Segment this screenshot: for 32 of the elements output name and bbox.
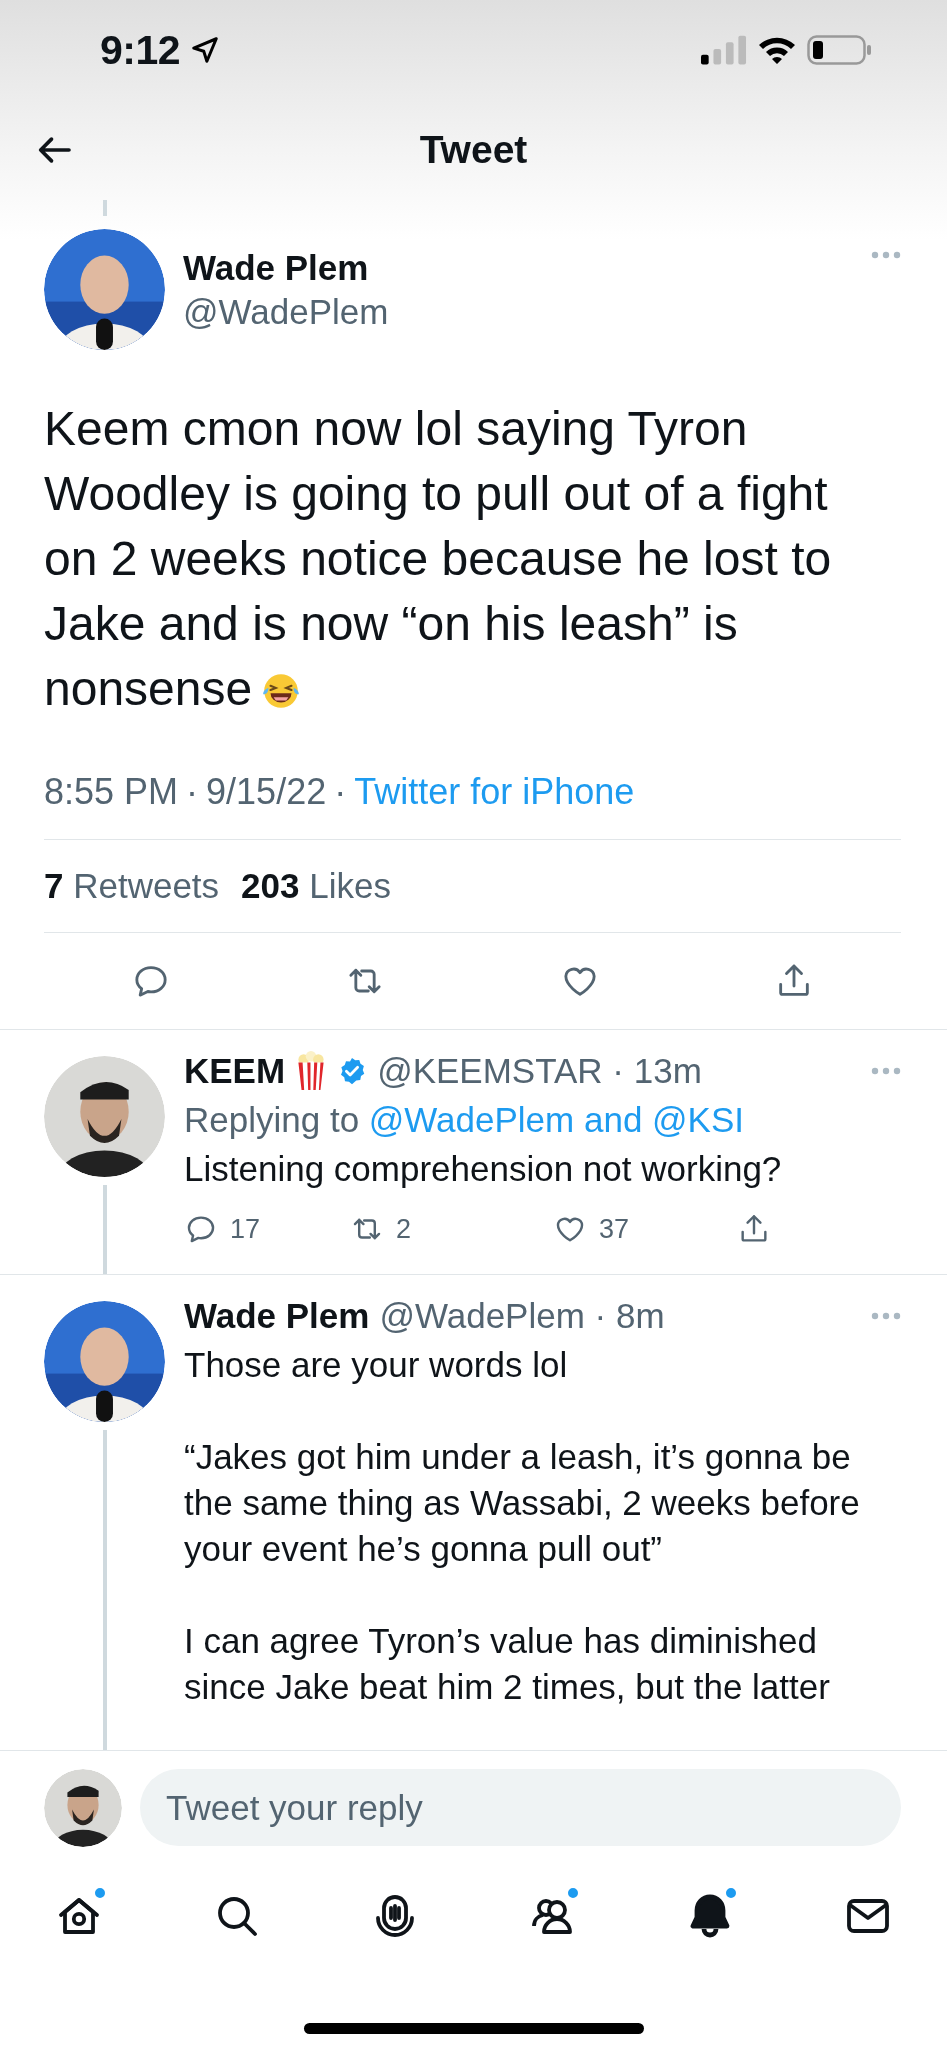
avatar[interactable] <box>44 1769 122 1847</box>
avatar[interactable] <box>44 229 165 350</box>
page-title: Tweet <box>418 128 529 172</box>
author-handle[interactable]: @WadePlem · 8m <box>379 1296 861 1336</box>
author-name[interactable]: Wade Plem <box>184 1296 370 1336</box>
reply-text: Listening comprehension not working? <box>184 1148 783 1190</box>
timestamp-text: 8:55 PM <box>44 771 179 813</box>
reply-text: “Jakes got him under a leash, it’s gonna be the same thing as Wassabi, 2 weeks before your event he’s gonna pull out” <box>184 1436 861 1570</box>
signal-icon <box>701 35 747 65</box>
reply-button[interactable]: 17 <box>184 1212 350 1246</box>
author-name[interactable]: KEEM <box>184 1051 286 1091</box>
replying-to-text: Replying to @WadePlem and @KSI <box>184 1100 746 1140</box>
like-button[interactable]: 37 <box>553 1212 737 1246</box>
timestamp-text: 9/15/22 <box>206 771 327 813</box>
tweet-text: Keem cmon now lol saying Tyron Woodley is going to pull out of a fight on 2 weeks notice because he lost to Jake and is now “on his leash” is nonsense <box>44 401 833 717</box>
battery-icon <box>807 35 873 65</box>
stat-link[interactable]: 203 Likes <box>241 866 391 906</box>
reply-text: Those are your words lol <box>184 1344 569 1386</box>
status-time: 9:12 <box>100 26 181 74</box>
timestamp-text: · <box>334 771 347 813</box>
reply-input[interactable]: Tweet your reply <box>140 1769 901 1846</box>
author-handle[interactable]: @KEEMSTAR · 13m <box>377 1051 861 1091</box>
retweet-button[interactable]: 2 <box>350 1212 553 1246</box>
author-name[interactable]: Wade Plem <box>183 247 871 288</box>
stat-link[interactable]: 7 Retweets <box>44 866 220 906</box>
location-icon <box>190 35 221 65</box>
avatar[interactable] <box>44 1056 165 1177</box>
reply-text: I can agree Tyron’s value has diminished since Jake beat him 2 times, but the latter <box>184 1620 831 1708</box>
avatar[interactable] <box>44 1301 165 1422</box>
wifi-icon <box>757 35 797 65</box>
timestamp-text: · <box>186 771 199 813</box>
author-handle[interactable]: @WadePlem <box>183 291 871 332</box>
